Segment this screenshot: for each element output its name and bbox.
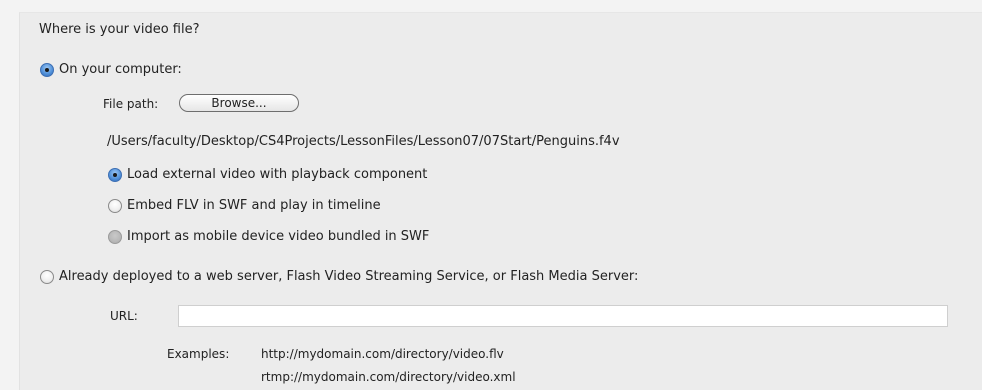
url-label: URL: — [110, 309, 138, 323]
browse-button[interactable]: Browse... — [179, 94, 299, 112]
example-http-url: http://mydomain.com/directory/video.flv — [261, 347, 504, 361]
section-heading: Where is your video file? — [39, 22, 200, 37]
url-input[interactable] — [178, 305, 948, 327]
import-mobile-video-label: Import as mobile device video bundled in… — [127, 229, 430, 244]
load-external-video-radio[interactable] — [108, 168, 122, 182]
load-external-video-label: Load external video with playback compon… — [127, 167, 428, 182]
on-your-computer-label: On your computer: — [59, 62, 182, 77]
example-rtmp-url: rtmp://mydomain.com/directory/video.xml — [261, 370, 516, 384]
examples-label: Examples: — [167, 347, 230, 361]
embed-flv-label: Embed FLV in SWF and play in timeline — [127, 198, 381, 213]
embed-flv-radio[interactable] — [108, 199, 122, 213]
already-deployed-radio[interactable] — [40, 270, 54, 284]
import-mobile-video-radio — [108, 230, 122, 244]
already-deployed-label: Already deployed to a web server, Flash … — [59, 269, 639, 284]
file-path-label: File path: — [103, 97, 159, 111]
on-your-computer-radio[interactable] — [40, 63, 54, 77]
file-path-value: /Users/faculty/Desktop/CS4Projects/Lesso… — [107, 134, 620, 149]
